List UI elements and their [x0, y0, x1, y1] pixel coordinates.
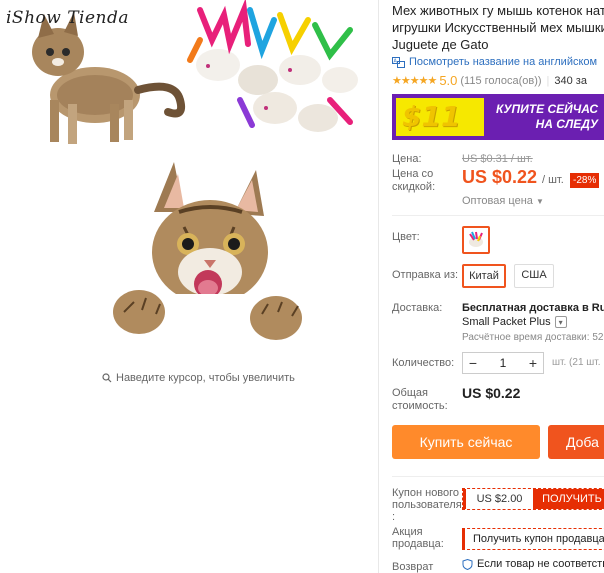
star-rating-icon: ★★★★★ [392, 75, 437, 87]
add-to-cart-button[interactable]: Доба [548, 425, 604, 459]
title-line: игрушки Искусственный мех мышки [392, 20, 604, 35]
color-swatch-thumbnail [464, 228, 488, 252]
ship-from-china[interactable]: Китай [462, 264, 506, 288]
coupon-label-line: пользователя [392, 499, 462, 511]
quantity-stepper: − + [462, 352, 544, 374]
title-line: Juguete де Gato [392, 37, 489, 52]
seller-coupon-select[interactable]: Получить купон продавца ▼ [462, 528, 604, 550]
old-price: US $0.31 / шт. [462, 153, 533, 165]
wholesale-label: Оптовая цена [462, 195, 533, 207]
banner-text: КУПИТЕ СЕЙЧАС НА СЛЕДУ [488, 102, 604, 132]
brand-watermark: iShow Tienda [6, 8, 130, 28]
coupon-label-line: : [392, 511, 396, 523]
discount-badge: -28% [570, 173, 600, 188]
color-label: Цвет: [392, 231, 420, 243]
total-label-line: стоимость: [392, 400, 448, 412]
product-detail: Мех животных гу мышь котенок нату игрушк… [392, 0, 604, 573]
translate-icon: A [392, 56, 405, 68]
magnifier-icon [102, 373, 112, 383]
product-title: Мех животных гу мышь котенок нату игрушк… [392, 2, 604, 53]
ship-from-usa[interactable]: США [514, 264, 554, 288]
delivery-time: Расчётное время доставки: 52 [462, 332, 604, 343]
product-main-image[interactable]: iShow Tienda [0, 0, 367, 150]
column-divider [378, 0, 379, 573]
price-unit: / шт. [542, 174, 564, 186]
total-label: Общая стоимость: [392, 387, 448, 413]
banner-text-line: НА СЛЕДУ [535, 117, 598, 131]
delivery-label: Доставка: [392, 302, 443, 314]
divider [392, 215, 604, 216]
total-value: US $0.22 [462, 385, 521, 401]
zoom-hint: Наведите курсор, чтобы увеличить [102, 372, 295, 384]
wholesale-price-toggle[interactable]: Оптовая цена ▼ [462, 195, 544, 207]
rating-row: ★★★★★ 5.0 (115 голоса(ов)) | 340 за [392, 73, 587, 88]
banner-text-line: КУПИТЕ СЕЙЧАС [496, 102, 598, 116]
shield-icon [462, 558, 473, 570]
seller-promo-label: Акция продавца: [392, 526, 444, 550]
current-price: US $0.22 [462, 167, 538, 187]
seller-label-line: продавца: [392, 538, 444, 550]
total-label-line: Общая [392, 387, 428, 399]
caret-down-icon: ▼ [535, 197, 544, 206]
new-user-coupon: US $2.00 ПОЛУЧИТЬ [462, 488, 604, 510]
return-label: Возврат [392, 561, 434, 573]
decrement-button[interactable]: − [463, 353, 483, 373]
price-label: Цена: [392, 153, 422, 165]
zoom-hint-text: Наведите курсор, чтобы увеличить [116, 372, 295, 384]
coupon-label-line: Купон нового [392, 487, 460, 499]
ship-from-label: Отправка из: [392, 269, 459, 281]
new-user-coupon-label: Купон нового пользователя : [392, 487, 462, 523]
separator: | [546, 74, 550, 87]
return-policy: Если товар не соответству [462, 558, 604, 570]
orders-count: 340 за [554, 74, 587, 87]
discount-price-label: Цена со скидкой: [392, 168, 436, 193]
translate-link-text: Посмотреть название на английском [409, 56, 598, 68]
title-line: Мех животных гу мышь котенок нату [392, 3, 604, 18]
quantity-input[interactable] [483, 353, 523, 373]
product-secondary-image[interactable] [84, 152, 308, 364]
delivery-method-select[interactable]: Small Packet Plus ▾ [462, 316, 567, 328]
cat-face-photo [84, 152, 308, 364]
banner-amount: $11 [402, 100, 461, 133]
buy-now-button[interactable]: Купить сейчас [392, 425, 540, 459]
product-gallery: iShow Tienda Наведите курсор, чтобы увел… [0, 0, 378, 573]
increment-button[interactable]: + [523, 353, 543, 373]
chevron-down-icon: ▾ [554, 316, 567, 328]
color-swatch[interactable] [462, 226, 490, 254]
quantity-label: Количество: [392, 357, 455, 369]
stock-info: шт. (21 шт. [552, 357, 601, 368]
delivery-method: Small Packet Plus [462, 316, 551, 328]
seller-label-line: Акция [392, 526, 423, 538]
seller-coupon-text: Получить купон продавца [473, 533, 604, 545]
delivery-main: Бесплатная доставка в Russi [462, 302, 604, 314]
divider [392, 476, 604, 477]
rating-value: 5.0 [439, 73, 458, 88]
return-text: Если товар не соответству [477, 558, 604, 570]
votes-count[interactable]: (115 голоса(ов)) [460, 75, 541, 87]
translate-title-link[interactable]: A Посмотреть название на английском [392, 56, 597, 68]
get-coupon-button[interactable]: ПОЛУЧИТЬ [533, 489, 604, 509]
coupon-amount: US $2.00 [463, 489, 533, 509]
promo-banner[interactable]: $11 КУПИТЕ СЕЙЧАС НА СЛЕДУ [392, 94, 604, 140]
